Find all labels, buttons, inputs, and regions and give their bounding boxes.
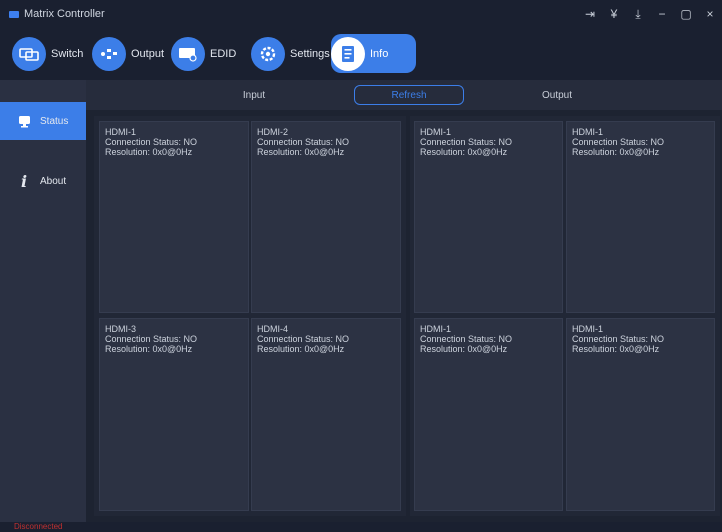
minimize-icon[interactable]: − xyxy=(650,0,674,28)
card-port-name: HDMI-1 xyxy=(105,127,136,137)
close-icon[interactable]: × xyxy=(698,0,722,28)
card-connection-status: Connection Status: NO xyxy=(257,137,350,147)
toolbar-settings-button[interactable]: Settings xyxy=(251,34,330,73)
card-resolution: Resolution: 0x0@0Hz xyxy=(105,344,193,354)
card-resolution: Resolution: 0x0@0Hz xyxy=(572,344,660,354)
edid-icon xyxy=(171,36,205,71)
toolbar-edid-button[interactable]: EDID xyxy=(171,34,236,73)
title-bar: Matrix Controller ⇥ ¥ ⤓ − ▢ × xyxy=(0,0,722,28)
card-resolution: Resolution: 0x0@0Hz xyxy=(420,147,508,157)
card-port-name: HDMI-2 xyxy=(257,127,288,137)
monitor-icon xyxy=(16,115,32,128)
sidebar-item-about[interactable]: i About xyxy=(0,162,86,200)
download-icon[interactable]: ⤓ xyxy=(626,0,650,28)
sidebar-item-status[interactable]: Status xyxy=(0,102,86,140)
toolbar-output-label: Output xyxy=(131,47,165,60)
output-panel: HDMI-1 Connection Status: NO Resolution:… xyxy=(410,116,720,516)
connection-status-text: Disconnected xyxy=(14,522,63,531)
output-card: HDMI-1 Connection Status: NO Resolution:… xyxy=(414,121,563,313)
card-connection-status: Connection Status: NO xyxy=(572,334,665,344)
card-port-name: HDMI-3 xyxy=(105,324,136,334)
card-connection-status: Connection Status: NO xyxy=(105,334,198,344)
export-icon[interactable]: ⇥ xyxy=(578,0,602,28)
toolbar-settings-label: Settings xyxy=(290,47,330,60)
tab-input[interactable]: Input xyxy=(216,85,292,105)
info-icon xyxy=(331,36,365,71)
card-resolution: Resolution: 0x0@0Hz xyxy=(420,344,508,354)
sidebar: Status i About xyxy=(0,80,86,522)
input-card: HDMI-1 Connection Status: NO Resolution:… xyxy=(99,121,249,313)
card-resolution: Resolution: 0x0@0Hz xyxy=(257,147,345,157)
card-resolution: Resolution: 0x0@0Hz xyxy=(257,344,345,354)
toolbar-edid-label: EDID xyxy=(210,47,237,60)
card-port-name: HDMI-1 xyxy=(420,127,451,137)
sidebar-item-about-label: About xyxy=(40,175,67,187)
card-resolution: Resolution: 0x0@0Hz xyxy=(572,147,660,157)
tab-output[interactable]: Output xyxy=(522,85,592,105)
card-connection-status: Connection Status: NO xyxy=(105,137,198,147)
output-card: HDMI-1 Connection Status: NO Resolution:… xyxy=(414,318,563,511)
card-port-name: HDMI-1 xyxy=(420,324,451,334)
currency-icon[interactable]: ¥ xyxy=(602,0,626,28)
toolbar-switch-label: Switch xyxy=(51,47,84,60)
card-connection-status: Connection Status: NO xyxy=(420,137,513,147)
maximize-icon[interactable]: ▢ xyxy=(674,0,698,28)
main-content: Input Refresh Output HDMI-1 Connection S… xyxy=(86,80,722,522)
input-panel: HDMI-1 Connection Status: NO Resolution:… xyxy=(94,116,406,516)
card-connection-status: Connection Status: NO xyxy=(572,137,665,147)
output-card: HDMI-1 Connection Status: NO Resolution:… xyxy=(566,318,715,511)
card-port-name: HDMI-1 xyxy=(572,127,603,137)
status-bar: Disconnected xyxy=(0,522,722,532)
toolbar-info-label: Info xyxy=(370,47,389,60)
input-card: HDMI-4 Connection Status: NO Resolution:… xyxy=(251,318,401,511)
switch-icon xyxy=(12,36,46,71)
input-card: HDMI-2 Connection Status: NO Resolution:… xyxy=(251,121,401,313)
card-resolution: Resolution: 0x0@0Hz xyxy=(105,147,193,157)
card-port-name: HDMI-4 xyxy=(257,324,288,334)
status-tab-bar: Input Refresh Output xyxy=(86,80,722,110)
refresh-button[interactable]: Refresh xyxy=(354,85,464,105)
card-connection-status: Connection Status: NO xyxy=(257,334,350,344)
toolbar-output-button[interactable]: Output xyxy=(92,34,164,73)
toolbar-info-button[interactable]: Info xyxy=(331,34,417,73)
window-controls: ⇥ ¥ ⤓ − ▢ × xyxy=(578,0,722,28)
app-logo-icon xyxy=(9,10,19,18)
window-title: Matrix Controller xyxy=(24,8,105,20)
about-icon: i xyxy=(20,171,28,191)
main-toolbar: Switch Output EDID Settings Info xyxy=(0,28,722,80)
card-port-name: HDMI-1 xyxy=(572,324,603,334)
output-card: HDMI-1 Connection Status: NO Resolution:… xyxy=(566,121,715,313)
toolbar-switch-button[interactable]: Switch xyxy=(12,34,83,73)
input-card: HDMI-3 Connection Status: NO Resolution:… xyxy=(99,318,249,511)
card-connection-status: Connection Status: NO xyxy=(420,334,513,344)
output-icon xyxy=(92,36,126,71)
sidebar-item-status-label: Status xyxy=(40,115,69,127)
settings-icon xyxy=(251,36,285,71)
